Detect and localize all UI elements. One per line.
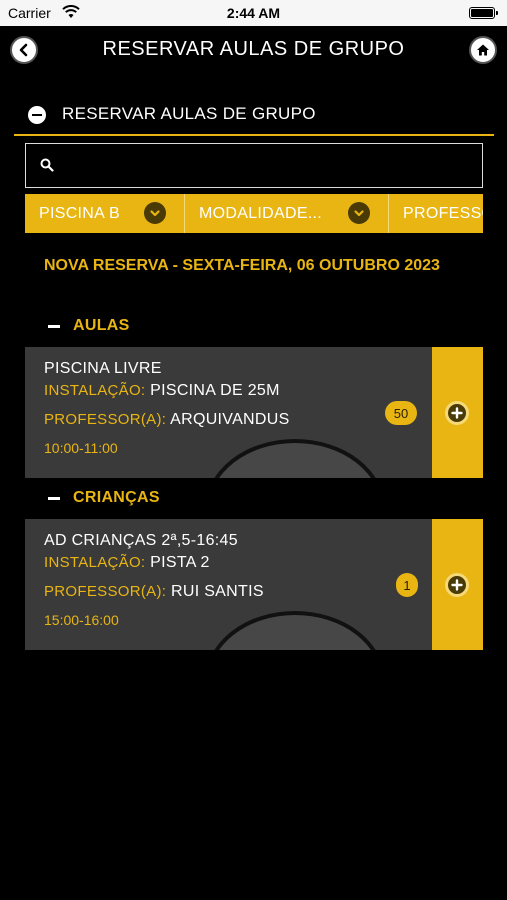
page-title: RESERVAR AULAS DE GRUPO bbox=[102, 38, 405, 60]
teacher-value: ARQUIVANDUS bbox=[170, 411, 290, 428]
spots-count-badge: 50 bbox=[385, 401, 417, 425]
status-bar: Carrier 2:44 AM bbox=[0, 0, 507, 26]
date-heading: NOVA RESERVA - SEXTA-FEIRA, 06 OUTUBRO 2… bbox=[44, 257, 440, 274]
add-reservation-button[interactable] bbox=[445, 401, 469, 425]
class-card[interactable]: PISCINA LIVRE INSTALAÇÃO: PISCINA DE 25M… bbox=[25, 347, 483, 478]
plus-icon bbox=[451, 579, 463, 591]
clock: 2:44 AM bbox=[226, 5, 281, 21]
battery-icon bbox=[469, 7, 498, 19]
app-header: RESERVAR AULAS DE GRUPO bbox=[0, 26, 507, 74]
chevron-down-icon bbox=[144, 202, 166, 224]
class-teacher: PROFESSOR(A): ARQUIVANDUS bbox=[44, 411, 290, 429]
teacher-value: RUI SANTIS bbox=[171, 583, 264, 600]
filter-bar: PISCINA B MODALIDADE... PROFESSOR bbox=[25, 194, 483, 233]
home-button[interactable] bbox=[469, 36, 497, 64]
installation-value: PISTA 2 bbox=[150, 554, 210, 571]
filter-modality-dropdown[interactable]: MODALIDADE... bbox=[185, 194, 389, 233]
filter-teacher-label: PROFESSOR bbox=[403, 204, 483, 222]
group-header-criancas[interactable]: CRIANÇAS bbox=[48, 486, 160, 510]
collapse-icon bbox=[28, 106, 46, 124]
section-title: RESERVAR AULAS DE GRUPO bbox=[62, 104, 316, 123]
class-installation: INSTALAÇÃO: PISCINA DE 25M bbox=[44, 382, 280, 400]
spots-count-badge: 1 bbox=[396, 573, 418, 597]
section-header[interactable]: RESERVAR AULAS DE GRUPO bbox=[14, 96, 494, 136]
add-reservation-button[interactable] bbox=[445, 573, 469, 597]
teacher-key: PROFESSOR(A): bbox=[44, 583, 167, 600]
filter-location-label: PISCINA B bbox=[39, 204, 120, 222]
chevron-down-icon bbox=[348, 202, 370, 224]
filter-teacher-dropdown[interactable]: PROFESSOR bbox=[389, 194, 483, 233]
class-card[interactable]: AD CRIANÇAS 2ª,5-16:45 INSTALAÇÃO: PISTA… bbox=[25, 519, 483, 650]
group-label: AULAS bbox=[73, 317, 130, 334]
group-label: CRIANÇAS bbox=[73, 489, 160, 506]
installation-value: PISCINA DE 25M bbox=[150, 382, 280, 399]
installation-key: INSTALAÇÃO: bbox=[44, 382, 146, 399]
class-teacher: PROFESSOR(A): RUI SANTIS bbox=[44, 583, 264, 601]
plus-icon bbox=[451, 407, 463, 419]
search-icon bbox=[40, 158, 54, 172]
search-box bbox=[25, 143, 483, 188]
add-reservation-panel[interactable] bbox=[432, 347, 483, 478]
installation-key: INSTALAÇÃO: bbox=[44, 554, 146, 571]
card-background-graphic bbox=[205, 439, 385, 478]
class-name: AD CRIANÇAS 2ª,5-16:45 bbox=[44, 532, 238, 549]
class-time: 15:00-16:00 bbox=[44, 612, 119, 628]
class-time: 10:00-11:00 bbox=[44, 440, 118, 456]
teacher-key: PROFESSOR(A): bbox=[44, 411, 167, 428]
class-installation: INSTALAÇÃO: PISTA 2 bbox=[44, 554, 210, 572]
collapse-dash-icon bbox=[48, 324, 60, 328]
card-background-graphic bbox=[205, 611, 385, 650]
filter-location-dropdown[interactable]: PISCINA B bbox=[25, 194, 185, 233]
search-input[interactable] bbox=[64, 152, 464, 178]
home-icon bbox=[477, 44, 489, 56]
group-header-aulas[interactable]: AULAS bbox=[48, 314, 130, 338]
add-reservation-panel[interactable] bbox=[432, 519, 483, 650]
collapse-dash-icon bbox=[48, 496, 60, 500]
filter-modality-label: MODALIDADE... bbox=[199, 204, 323, 222]
class-name: PISCINA LIVRE bbox=[44, 360, 162, 377]
